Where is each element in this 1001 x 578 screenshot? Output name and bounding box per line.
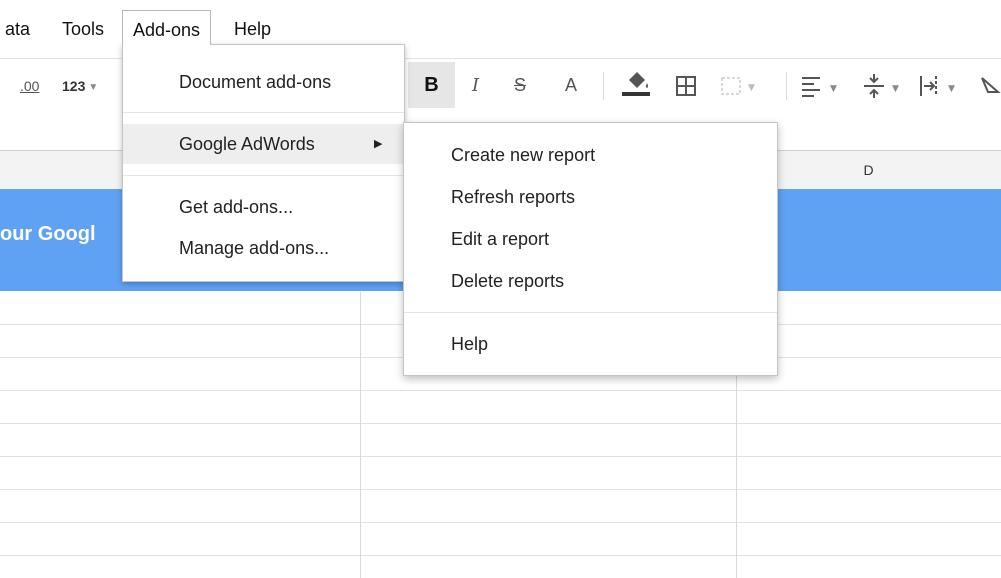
merge-cells-icon: ▼ bbox=[721, 77, 755, 95]
svg-text:▼: ▼ bbox=[892, 84, 899, 94]
row-divider bbox=[0, 522, 1001, 523]
strikethrough-button[interactable]: S bbox=[514, 58, 526, 113]
text-rotation-icon bbox=[981, 77, 1001, 93]
submenu-item-refresh-reports[interactable]: Refresh reports bbox=[404, 176, 777, 218]
borders-button[interactable] bbox=[675, 58, 697, 113]
submenu-arrow-icon: ▶ bbox=[374, 138, 383, 150]
decimal-button[interactable]: .00 bbox=[20, 59, 39, 114]
submenu-item-label: Refresh reports bbox=[451, 187, 576, 207]
submenu-item-label: Delete reports bbox=[451, 271, 565, 291]
menu-item-label: Manage add-ons... bbox=[179, 238, 330, 258]
row-divider bbox=[0, 489, 1001, 490]
menu-add-ons[interactable]: Add-ons bbox=[122, 10, 212, 45]
menu-separator bbox=[404, 312, 777, 313]
menu-tools[interactable]: Tools bbox=[62, 10, 104, 44]
menu-data[interactable]: ata bbox=[5, 10, 30, 44]
text-wrap-icon: ▼ bbox=[920, 76, 955, 96]
toolbar-divider bbox=[603, 72, 604, 100]
text-color-button[interactable]: A bbox=[565, 58, 577, 113]
align-left-icon: ▼ bbox=[802, 77, 837, 97]
submenu-item-help[interactable]: Help bbox=[404, 323, 777, 365]
row-divider bbox=[0, 423, 1001, 424]
adwords-submenu: Create new report Refresh reports Edit a… bbox=[403, 122, 778, 376]
svg-text:▼: ▼ bbox=[748, 83, 755, 93]
menu-item-get-add-ons[interactable]: Get add-ons... bbox=[123, 187, 404, 227]
menu-separator bbox=[123, 175, 404, 176]
text-wrap-button[interactable]: ▼ bbox=[918, 58, 962, 113]
vertical-align-icon: ▼ bbox=[864, 74, 899, 98]
format-label: 123 bbox=[62, 78, 86, 94]
menu-item-google-adwords[interactable]: Google AdWords ▶ bbox=[123, 124, 404, 164]
vertical-align-button[interactable]: ▼ bbox=[862, 58, 906, 113]
borders-icon bbox=[676, 76, 696, 96]
row-divider bbox=[0, 390, 1001, 391]
submenu-item-create-new-report[interactable]: Create new report bbox=[404, 134, 777, 176]
menu-item-label: Get add-ons... bbox=[179, 197, 294, 217]
submenu-item-label: Help bbox=[451, 334, 489, 354]
submenu-item-delete-reports[interactable]: Delete reports bbox=[404, 260, 777, 302]
text-rotation-button[interactable] bbox=[978, 58, 1001, 113]
menu-item-manage-add-ons[interactable]: Manage add-ons... bbox=[123, 228, 404, 268]
menu-item-label: Google AdWords bbox=[179, 134, 315, 154]
chevron-down-icon: ▼ bbox=[88, 81, 99, 93]
paint-bucket-icon bbox=[622, 72, 650, 96]
bold-button[interactable]: B bbox=[408, 62, 455, 108]
menu-item-document-add-ons[interactable]: Document add-ons bbox=[123, 62, 404, 102]
column-divider bbox=[360, 292, 361, 578]
row-divider bbox=[0, 456, 1001, 457]
menu-separator bbox=[123, 112, 404, 113]
fill-color-button[interactable] bbox=[620, 58, 652, 113]
submenu-item-label: Create new report bbox=[451, 145, 596, 165]
add-ons-menu: Document add-ons Google AdWords ▶ Get ad… bbox=[122, 44, 405, 282]
submenu-item-edit-a-report[interactable]: Edit a report bbox=[404, 218, 777, 260]
row-divider bbox=[0, 555, 1001, 556]
menu-item-label: Document add-ons bbox=[179, 72, 332, 92]
toolbar-divider bbox=[786, 72, 787, 100]
svg-text:▼: ▼ bbox=[948, 84, 955, 94]
italic-button[interactable]: I bbox=[472, 58, 479, 113]
decimal-label: .00 bbox=[20, 78, 40, 94]
horizontal-align-button[interactable]: ▼ bbox=[800, 58, 844, 113]
svg-text:▼: ▼ bbox=[830, 84, 837, 94]
menu-help[interactable]: Help bbox=[234, 10, 271, 44]
banner-text: our Googl bbox=[0, 223, 96, 245]
merge-cells-button[interactable]: ▼ bbox=[720, 58, 760, 113]
number-format-button[interactable]: 123 ▼ bbox=[62, 59, 98, 114]
submenu-item-label: Edit a report bbox=[451, 229, 550, 249]
